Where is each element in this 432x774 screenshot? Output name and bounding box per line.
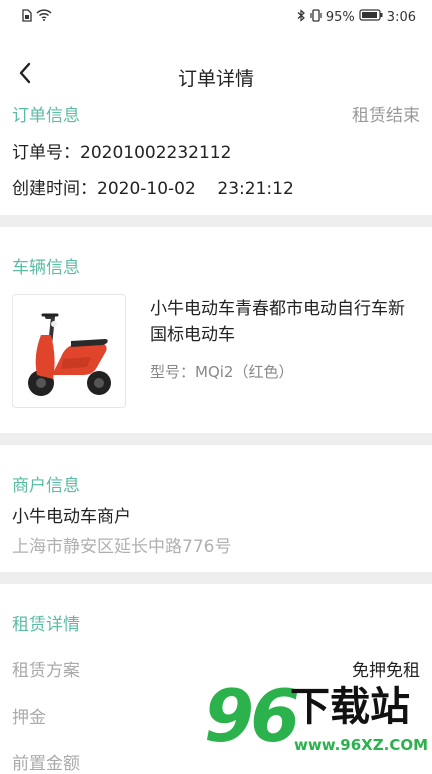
order-status-badge: 租赁结束: [352, 106, 420, 126]
created-time-label: 创建时间：: [12, 179, 97, 199]
rental-plan-value: 免押免租: [352, 661, 420, 681]
vehicle-info-heading: 车辆信息: [12, 258, 80, 278]
watermark-url: www.96XZ.COM: [294, 736, 429, 754]
order-number-value: 20201002232112: [80, 143, 232, 163]
navigation-bar: 订单详情: [0, 52, 432, 100]
status-bar: 95% 3:06: [0, 0, 432, 34]
page-title: 订单详情: [177, 68, 254, 90]
created-time-value: 2020-10-02 23:21:12: [97, 179, 294, 199]
battery-icon: [359, 9, 383, 25]
bluetooth-icon: [297, 8, 306, 26]
created-time-row: 创建时间：2020-10-02 23:21:12: [12, 174, 294, 199]
rental-plan-label: 租赁方案: [12, 661, 80, 681]
merchant-address: 上海市静安区延长中路776号: [12, 537, 232, 557]
clock: 3:06: [386, 9, 416, 25]
section-divider: [0, 433, 432, 445]
deposit-label: 押金: [12, 708, 46, 728]
section-divider: [0, 215, 432, 227]
order-number-row: 订单号：20201002232112: [12, 138, 231, 163]
merchant-name: 小牛电动车商户: [12, 507, 131, 527]
watermark-number: 96: [204, 674, 300, 758]
watermark-text: 下载站: [290, 684, 410, 730]
section-divider: [0, 572, 432, 584]
order-info-heading: 订单信息: [12, 106, 80, 126]
vehicle-name: 小牛电动车青春都市电动自行车新国标电动车: [150, 299, 405, 345]
rental-details-heading: 租赁详情: [12, 615, 80, 635]
scooter-image[interactable]: [12, 294, 126, 408]
scooter-illustration: [28, 313, 111, 396]
prepay-amount-label: 前置金额: [12, 754, 80, 774]
vehicle-model: 型号：MQi2（红色）: [150, 363, 294, 381]
vibrate-icon: [310, 8, 322, 26]
order-number-label: 订单号：: [12, 143, 80, 163]
site-watermark-logo: 96 下载站 www.96XZ.COM: [204, 676, 429, 768]
sim-card-icon: [22, 8, 32, 26]
merchant-info-heading: 商户信息: [12, 476, 80, 496]
wifi-icon: [36, 9, 52, 25]
battery-percent: 95%: [325, 9, 355, 25]
